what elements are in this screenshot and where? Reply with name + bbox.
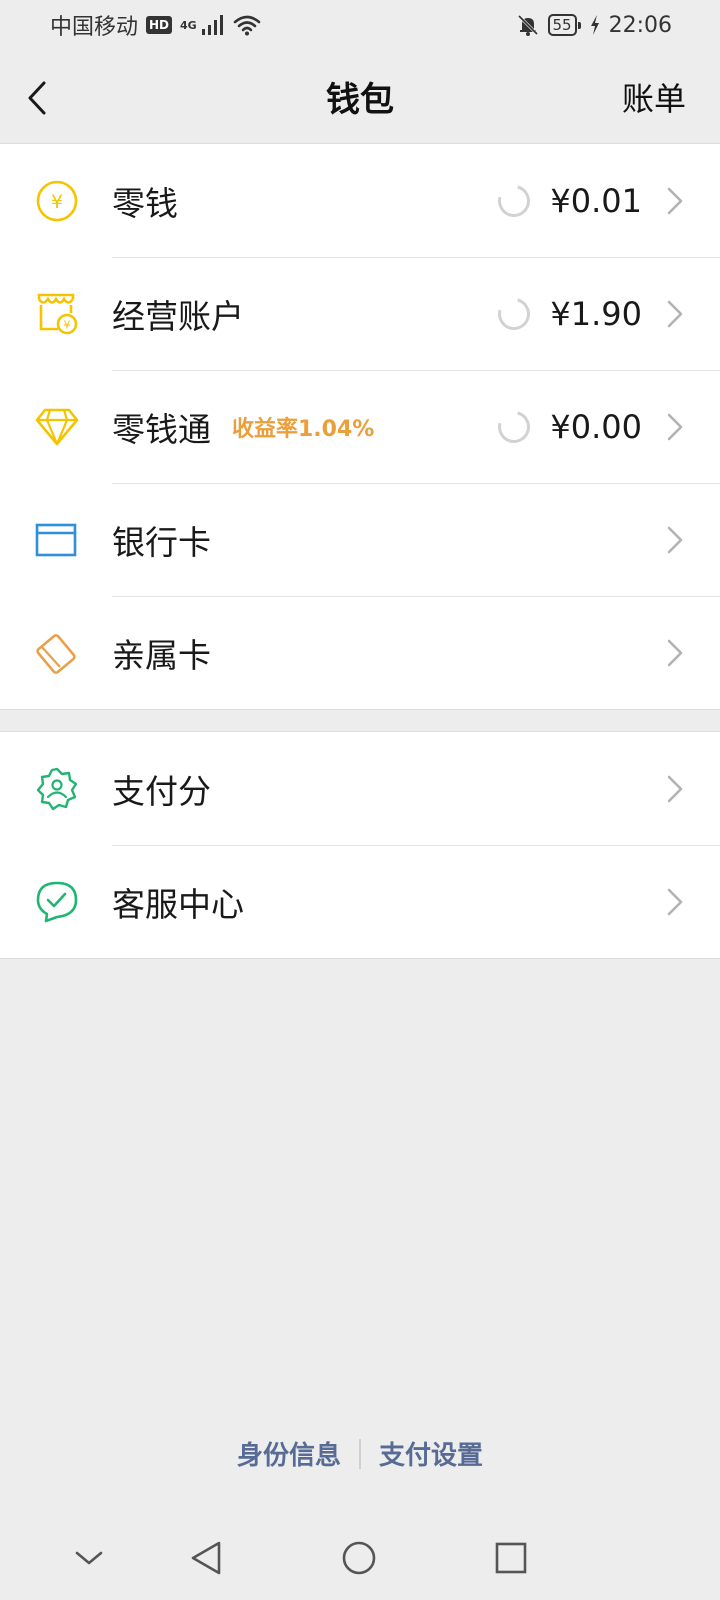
charging-icon	[590, 15, 599, 35]
square-recents-icon	[495, 1542, 527, 1574]
carrier-name: 中国移动	[50, 15, 139, 40]
item-right	[652, 774, 684, 804]
list-item-change-plus[interactable]: 零钱通 收益率1.04% ¥0.00	[0, 370, 720, 483]
item-label: 零钱	[112, 183, 178, 223]
list-item-bank-card[interactable]: 银行卡	[0, 483, 720, 596]
item-label: 零钱通	[112, 409, 211, 449]
yield-rate-badge: 收益率1.04%	[232, 416, 375, 442]
battery-level: 55	[547, 14, 581, 36]
bill-button[interactable]: 账单	[622, 74, 686, 120]
family-card-icon	[36, 634, 76, 674]
svg-text:¥: ¥	[64, 319, 71, 332]
shop-account-icon: ¥	[37, 293, 78, 335]
loading-spinner-icon	[492, 404, 537, 449]
wifi-icon	[233, 15, 261, 36]
item-label: 支付分	[112, 771, 211, 811]
item-right	[652, 887, 684, 917]
list-item-family-card[interactable]: 亲属卡	[0, 596, 720, 709]
footer-links: 身份信息 支付设置	[0, 1435, 720, 1472]
chevron-right-icon	[667, 526, 683, 553]
item-right	[652, 638, 684, 668]
item-right: ¥0.00	[492, 404, 684, 449]
status-left: 中国移动 HD 4G	[50, 9, 261, 41]
chevron-right-icon	[667, 413, 683, 440]
chevron-right-icon	[667, 775, 683, 802]
item-right	[652, 525, 684, 555]
circle-home-icon	[342, 1541, 376, 1575]
chevron-right-icon	[667, 300, 683, 327]
page-title: 钱包	[326, 80, 394, 120]
signal-icon	[201, 15, 223, 35]
chevron-right-icon	[667, 639, 683, 666]
list-item-customer-service[interactable]: 客服中心	[0, 845, 720, 958]
service-list: 支付分 客服中心	[0, 731, 720, 959]
wallet-list: ¥ 零钱 ¥0.01 ¥ 经营账户 ¥1.90 零钱通 收益率1.04% ¥0.…	[0, 143, 720, 710]
item-amount: ¥1.90	[550, 294, 642, 333]
back-arrow-icon	[28, 81, 46, 115]
list-item-change[interactable]: ¥ 零钱 ¥0.01	[0, 144, 720, 257]
chevron-down-icon	[75, 1551, 103, 1565]
chevron-right-icon	[667, 888, 683, 915]
back-button[interactable]	[26, 78, 56, 118]
nav-back-button[interactable]	[183, 1535, 229, 1581]
payment-settings-link[interactable]: 支付设置	[361, 1435, 501, 1472]
bell-muted-icon	[517, 14, 538, 36]
item-label: 银行卡	[112, 522, 211, 562]
status-right: 55 22:06	[516, 12, 672, 38]
list-item-pay-score[interactable]: 支付分	[0, 732, 720, 845]
loading-spinner-icon	[492, 178, 537, 223]
system-nav-bar	[0, 1515, 720, 1600]
clock: 22:06	[608, 12, 672, 38]
item-right: ¥0.01	[492, 178, 684, 223]
nav-home-button[interactable]	[336, 1535, 382, 1581]
item-right: ¥1.90	[492, 291, 684, 336]
hd-badge: HD	[146, 16, 173, 34]
bank-card-icon	[35, 523, 77, 557]
chevron-right-icon	[667, 187, 683, 214]
item-label: 经营账户	[112, 296, 244, 336]
item-label: 客服中心	[112, 884, 244, 924]
network-type: 4G	[180, 18, 197, 32]
triangle-back-icon	[191, 1541, 221, 1575]
customer-service-chat-icon	[36, 881, 78, 923]
diamond-icon	[35, 408, 79, 446]
nav-recents-button[interactable]	[488, 1535, 534, 1581]
item-amount: ¥0.01	[550, 181, 642, 220]
nav-collapse-button[interactable]	[66, 1535, 112, 1581]
coin-yuan-icon: ¥	[36, 180, 78, 222]
identity-info-link[interactable]: 身份信息	[219, 1435, 359, 1472]
pay-score-badge-icon	[36, 767, 78, 811]
item-amount: ¥0.00	[550, 407, 642, 446]
loading-spinner-icon	[492, 291, 537, 336]
svg-text:¥: ¥	[51, 191, 63, 213]
list-item-business-account[interactable]: ¥ 经营账户 ¥1.90	[0, 257, 720, 370]
item-label: 亲属卡	[112, 635, 211, 675]
nav-header: 钱包 账单	[0, 50, 720, 143]
status-bar: 中国移动 HD 4G 55 22:06	[0, 0, 720, 50]
